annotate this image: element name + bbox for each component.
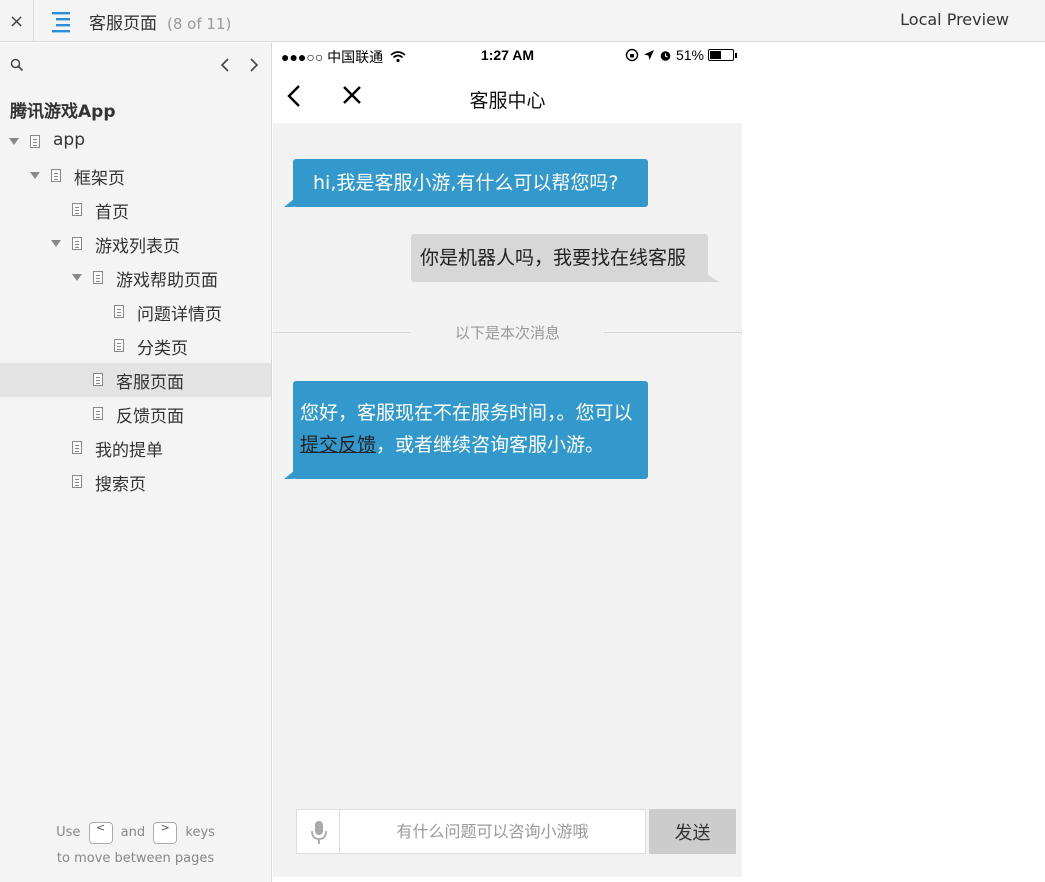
bot-message: 您好，客服现在不在服务时间，。您可以提交反馈，或者继续咨询客服小游。 <box>284 381 648 479</box>
tree-item-my-tickets[interactable]: 我的提单 <box>0 431 271 465</box>
tree-item-label: 搜索页 <box>95 475 146 495</box>
menu-button[interactable] <box>50 9 74 33</box>
tree-item-search[interactable]: 搜索页 <box>0 465 271 499</box>
message-input-bar: 发送 <box>296 809 736 855</box>
tree-item-customer-service[interactable]: 客服页面 <box>0 363 271 397</box>
tree-item-label: app <box>53 130 85 150</box>
keyboard-help-line1: Use < and > keys <box>0 820 271 846</box>
alarm-icon <box>660 50 671 61</box>
tree-item-game-help[interactable]: 游戏帮助页面 <box>0 261 271 295</box>
bubble-tail <box>284 471 294 479</box>
bubble-tail <box>284 199 294 207</box>
page-icon <box>72 203 82 216</box>
bot-message: hi,我是客服小游,有什么可以帮您吗? <box>284 159 648 207</box>
local-preview-link[interactable]: Local Preview <box>900 10 1009 29</box>
page-icon <box>72 237 82 250</box>
tree-item-question-detail[interactable]: 问题详情页 <box>0 295 271 329</box>
submit-feedback-link[interactable]: 提交反馈 <box>300 434 376 456</box>
keyboard-help: Use < and > keys to move between pages <box>0 820 271 872</box>
location-arrow-icon <box>643 50 654 60</box>
rotation-lock-icon <box>625 48 639 62</box>
message-text-part2: ，或者继续咨询客服小游。 <box>376 434 605 456</box>
page-tree: app 框架页 首页 游戏列表页 游戏帮助页面 问题详情页 分类页 客服页面 反… <box>0 125 271 499</box>
search-icon[interactable] <box>10 58 24 72</box>
sidebar-toolbar <box>0 43 271 87</box>
nav-title: 客服中心 <box>469 90 546 112</box>
battery-icon <box>708 49 737 61</box>
menu-icon <box>52 12 70 33</box>
tree-item-app[interactable]: app <box>0 125 271 159</box>
help-text-keys: keys <box>185 825 215 840</box>
battery-percent: 51% <box>675 47 704 63</box>
page-icon <box>93 271 103 284</box>
sidebar: 腾讯游戏App app 框架页 首页 游戏列表页 游戏帮助页面 问题详情页 分类… <box>0 43 272 882</box>
page-icon <box>93 373 103 386</box>
page-icon <box>93 407 103 420</box>
tree-item-category[interactable]: 分类页 <box>0 329 271 363</box>
bubble-tail <box>707 274 719 282</box>
tree-item-label: 首页 <box>95 203 129 223</box>
tree-item-label: 框架页 <box>74 169 125 189</box>
tree-item-frame-page[interactable]: 框架页 <box>0 159 271 193</box>
tree-item-label: 问题详情页 <box>137 305 222 325</box>
help-text-and: and <box>120 825 146 840</box>
page-title: 客服页面 (8 of 11) <box>89 9 231 34</box>
tree-item-feedback[interactable]: 反馈页面 <box>0 397 271 431</box>
project-name: 腾讯游戏App <box>10 102 116 122</box>
message-text-part1: 您好，客服现在不在服务时间，。您可以 <box>300 402 633 424</box>
page-title-text: 客服页面 <box>89 14 157 34</box>
expand-arrow-icon[interactable] <box>9 138 19 145</box>
divider-line-right <box>604 332 742 333</box>
page-icon <box>114 305 124 318</box>
close-icon: × <box>8 10 25 32</box>
top-bar: × 客服页面 (8 of 11) Local Preview <box>0 0 1045 42</box>
voice-button[interactable] <box>296 809 340 854</box>
tree-item-label: 反馈页面 <box>116 407 184 427</box>
user-message: 你是机器人吗，我要找在线客服 <box>411 234 719 282</box>
battery-level <box>710 51 721 59</box>
page-icon <box>51 169 61 182</box>
close-button[interactable]: × <box>0 0 34 42</box>
tree-item-home[interactable]: 首页 <box>0 193 271 227</box>
phone-preview: ●●●○○ 中国联通 1:27 AM 51% 客服中心 hi,我是客服小游,有什… <box>273 43 742 877</box>
help-text-use: Use <box>56 825 81 840</box>
nav-bar: 客服中心 <box>273 69 742 123</box>
tree-item-game-list[interactable]: 游戏列表页 <box>0 227 271 261</box>
send-button[interactable]: 发送 <box>649 809 736 854</box>
message-text: hi,我是客服小游,有什么可以帮您吗? <box>313 172 619 194</box>
message-input[interactable] <box>339 809 646 854</box>
status-right: 51% <box>625 47 737 63</box>
expand-arrow-icon[interactable] <box>51 240 61 247</box>
expand-arrow-icon[interactable] <box>30 172 40 179</box>
chevron-left-icon[interactable] <box>218 55 234 75</box>
microphone-icon <box>311 821 327 844</box>
tree-item-label: 游戏列表页 <box>95 237 180 257</box>
tree-item-label: 我的提单 <box>95 441 163 461</box>
status-bar: ●●●○○ 中国联通 1:27 AM 51% <box>273 43 742 69</box>
page-icon <box>72 475 82 488</box>
history-divider: 以下是本次消息 <box>273 322 742 342</box>
key-next: > <box>153 821 178 844</box>
tree-item-label: 分类页 <box>137 339 188 359</box>
page-count: (8 of 11) <box>167 15 232 33</box>
keyboard-help-line2: to move between pages <box>56 851 215 866</box>
page-icon <box>72 441 82 454</box>
expand-arrow-icon[interactable] <box>72 274 82 281</box>
key-prev: < <box>88 821 113 844</box>
tree-item-label: 客服页面 <box>116 373 184 393</box>
page-icon <box>114 339 124 352</box>
chevron-right-icon[interactable] <box>246 55 262 75</box>
tree-item-label: 游戏帮助页面 <box>116 271 218 291</box>
page-icon <box>30 135 40 148</box>
message-text: 你是机器人吗，我要找在线客服 <box>420 247 687 269</box>
